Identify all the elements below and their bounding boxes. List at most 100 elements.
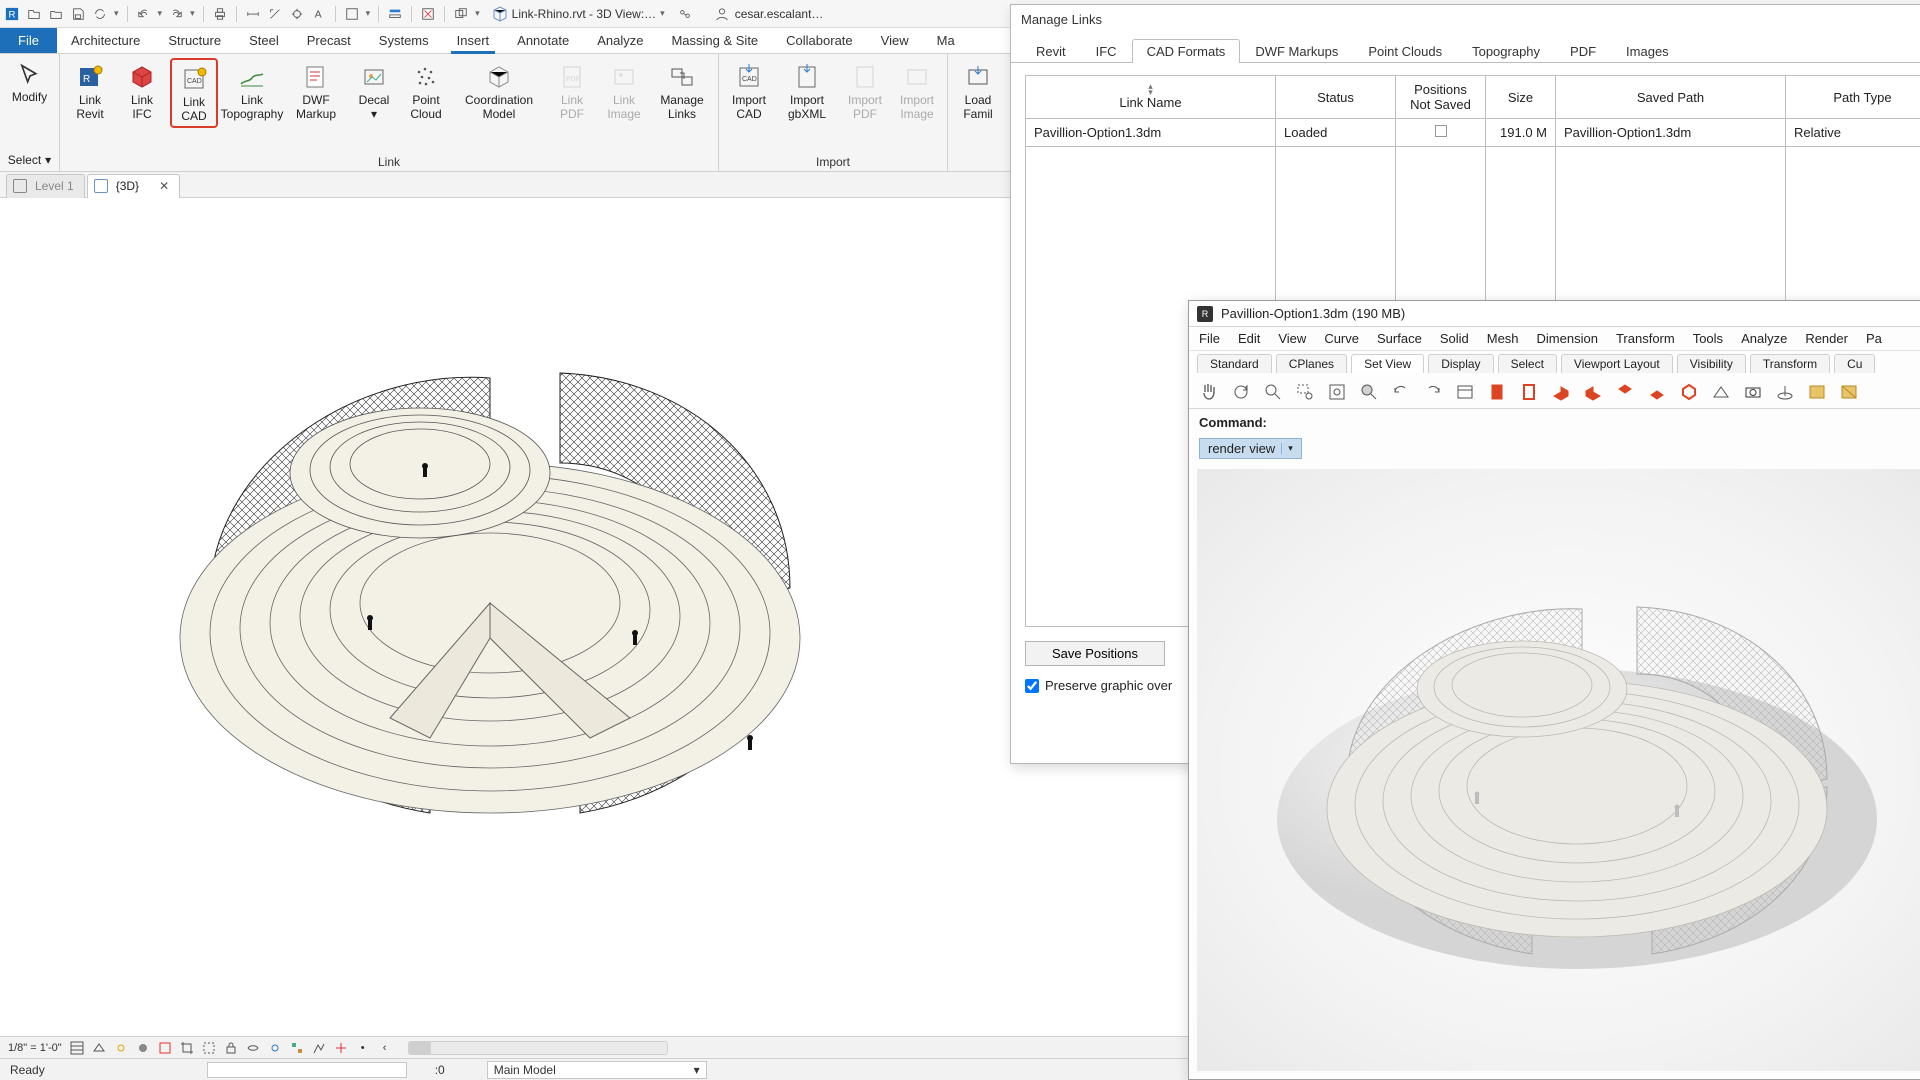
tab-structure[interactable]: Structure	[154, 28, 235, 53]
view-tab-level1[interactable]: Level 1	[6, 174, 85, 198]
dwf-markup-button[interactable]: DWF Markup	[286, 58, 346, 124]
switch-windows-dropdown-icon[interactable]: ▾	[475, 8, 480, 19]
doc-dropdown-icon[interactable]: ▾	[660, 8, 665, 19]
tab-systems[interactable]: Systems	[365, 28, 443, 53]
redo-icon[interactable]	[168, 6, 184, 22]
link-revit-button[interactable]: RLink Revit	[66, 58, 114, 124]
modify-button[interactable]: Modify	[6, 58, 53, 151]
table-row[interactable]: Pavillion-Option1.3dm Loaded 191.0 M Pav…	[1026, 119, 1920, 147]
sync-icon[interactable]	[92, 6, 108, 22]
rotate-view-icon[interactable]	[1229, 380, 1253, 404]
set-view-left-icon[interactable]	[1549, 380, 1573, 404]
share-icon[interactable]	[677, 6, 693, 22]
zoom-icon[interactable]	[1261, 380, 1285, 404]
switch-windows-icon[interactable]	[453, 6, 469, 22]
undo-dropdown-icon[interactable]: ▾	[158, 8, 163, 19]
ml-tab-pdf[interactable]: PDF	[1555, 39, 1611, 63]
ml-tab-revit[interactable]: Revit	[1021, 39, 1081, 63]
rhino-menu-transform[interactable]: Transform	[1616, 331, 1675, 346]
set-view-right-icon[interactable]	[1581, 380, 1605, 404]
rhino-titlebar[interactable]: R Pavillion-Option1.3dm (190 MB)	[1189, 301, 1920, 327]
temp-hide-icon[interactable]	[246, 1041, 260, 1055]
link-ifc-button[interactable]: Link IFC	[118, 58, 166, 124]
crop-icon[interactable]	[180, 1041, 194, 1055]
tab-view[interactable]: View	[867, 28, 923, 53]
set-view-bottom-icon[interactable]	[1517, 380, 1541, 404]
rhino-menu-surface[interactable]: Surface	[1377, 331, 1422, 346]
rhino-viewport[interactable]	[1197, 469, 1920, 1071]
zero-field[interactable]: :0	[207, 1062, 407, 1078]
more-icon-1[interactable]: •	[356, 1041, 370, 1055]
tt-display[interactable]: Display	[1428, 354, 1493, 373]
import-cad-button[interactable]: CADImport CAD	[725, 58, 773, 124]
tab-steel[interactable]: Steel	[235, 28, 293, 53]
text-icon[interactable]: A	[311, 6, 327, 22]
point-cloud-button[interactable]: Point Cloud	[402, 58, 450, 124]
redo-view-icon[interactable]	[1421, 380, 1445, 404]
ml-tab-pointclouds[interactable]: Point Clouds	[1353, 39, 1457, 63]
rhino-menu-tools[interactable]: Tools	[1693, 331, 1723, 346]
reveal-hidden-icon[interactable]	[268, 1041, 282, 1055]
visual-style-icon[interactable]	[92, 1041, 106, 1055]
tab-annotate[interactable]: Annotate	[503, 28, 583, 53]
open-icon[interactable]	[26, 6, 42, 22]
pan-icon[interactable]	[1197, 380, 1221, 404]
tab-analyze[interactable]: Analyze	[583, 28, 657, 53]
rhino-menu-panels-cut[interactable]: Pa	[1866, 331, 1882, 346]
analytic-model-icon[interactable]	[312, 1041, 326, 1055]
link-topography-button[interactable]: Link Topography	[222, 58, 282, 124]
rhino-menu-curve[interactable]: Curve	[1324, 331, 1359, 346]
tt-select[interactable]: Select	[1498, 354, 1557, 373]
worksharing-display-icon[interactable]	[290, 1041, 304, 1055]
link-cad-button[interactable]: CADLink CAD	[170, 58, 218, 128]
col-path-type[interactable]: Path Type	[1786, 76, 1920, 119]
view-scrollbar[interactable]	[408, 1041, 668, 1055]
set-view-back-icon[interactable]	[1645, 380, 1669, 404]
col-positions[interactable]: Positions Not Saved	[1396, 76, 1486, 119]
zoom-extents-icon[interactable]	[1325, 380, 1349, 404]
workset-dropdown[interactable]: Main Model ▾	[487, 1061, 707, 1079]
ml-tab-images[interactable]: Images	[1611, 39, 1684, 63]
col-saved-path[interactable]: Saved Path	[1556, 76, 1786, 119]
set-view-persp-icon[interactable]	[1677, 380, 1701, 404]
wallpaper-icon[interactable]	[1805, 380, 1829, 404]
ml-tab-topo[interactable]: Topography	[1457, 39, 1555, 63]
tt-viewportlayout[interactable]: Viewport Layout	[1561, 354, 1673, 373]
named-view-icon[interactable]	[1453, 380, 1477, 404]
close-icon[interactable]: ✕	[159, 179, 169, 193]
tt-curvetools-cut[interactable]: Cu	[1834, 354, 1875, 373]
qat-dropdown-icon[interactable]: ▾	[114, 8, 119, 19]
decal-button[interactable]: Decal ▾	[350, 58, 398, 124]
redo-dropdown-icon[interactable]: ▾	[190, 8, 195, 19]
wallpaper2-icon[interactable]	[1837, 380, 1861, 404]
rhino-menu-file[interactable]: File	[1199, 331, 1220, 346]
close-hidden-icon[interactable]	[420, 6, 436, 22]
crop-visible-icon[interactable]	[202, 1041, 216, 1055]
view-scale[interactable]: 1/8" = 1'-0"	[8, 1042, 62, 1054]
revit-app-icon[interactable]: R	[4, 6, 20, 22]
coordination-model-button[interactable]: Coordination Model	[454, 58, 544, 124]
set-view-front-icon[interactable]	[1613, 380, 1637, 404]
select-dropdown[interactable]: Select ▾	[6, 151, 53, 169]
tt-transform[interactable]: Transform	[1750, 354, 1830, 373]
rhino-menu-analyze[interactable]: Analyze	[1741, 331, 1787, 346]
ml-tab-dwf[interactable]: DWF Markups	[1240, 39, 1353, 63]
more-icon-2[interactable]: ‹	[378, 1041, 392, 1055]
rhino-menu-render[interactable]: Render	[1805, 331, 1848, 346]
tab-architecture[interactable]: Architecture	[57, 28, 154, 53]
rhino-menu-edit[interactable]: Edit	[1238, 331, 1260, 346]
print-icon[interactable]	[212, 6, 228, 22]
undo-view-icon[interactable]	[1389, 380, 1413, 404]
tab-collaborate[interactable]: Collaborate	[772, 28, 867, 53]
reveal-constraints-icon[interactable]	[334, 1041, 348, 1055]
tt-standard[interactable]: Standard	[1197, 354, 1272, 373]
rhino-menu-view[interactable]: View	[1278, 331, 1306, 346]
align-icon[interactable]	[267, 6, 283, 22]
tab-precast[interactable]: Precast	[293, 28, 365, 53]
col-size[interactable]: Size	[1486, 76, 1556, 119]
tab-massing[interactable]: Massing & Site	[657, 28, 772, 53]
tt-visibility[interactable]: Visibility	[1677, 354, 1746, 373]
view-tab-3d[interactable]: {3D} ✕	[87, 174, 180, 198]
ml-tab-ifc[interactable]: IFC	[1081, 39, 1132, 63]
load-family-button[interactable]: Load Famil	[954, 58, 1002, 124]
